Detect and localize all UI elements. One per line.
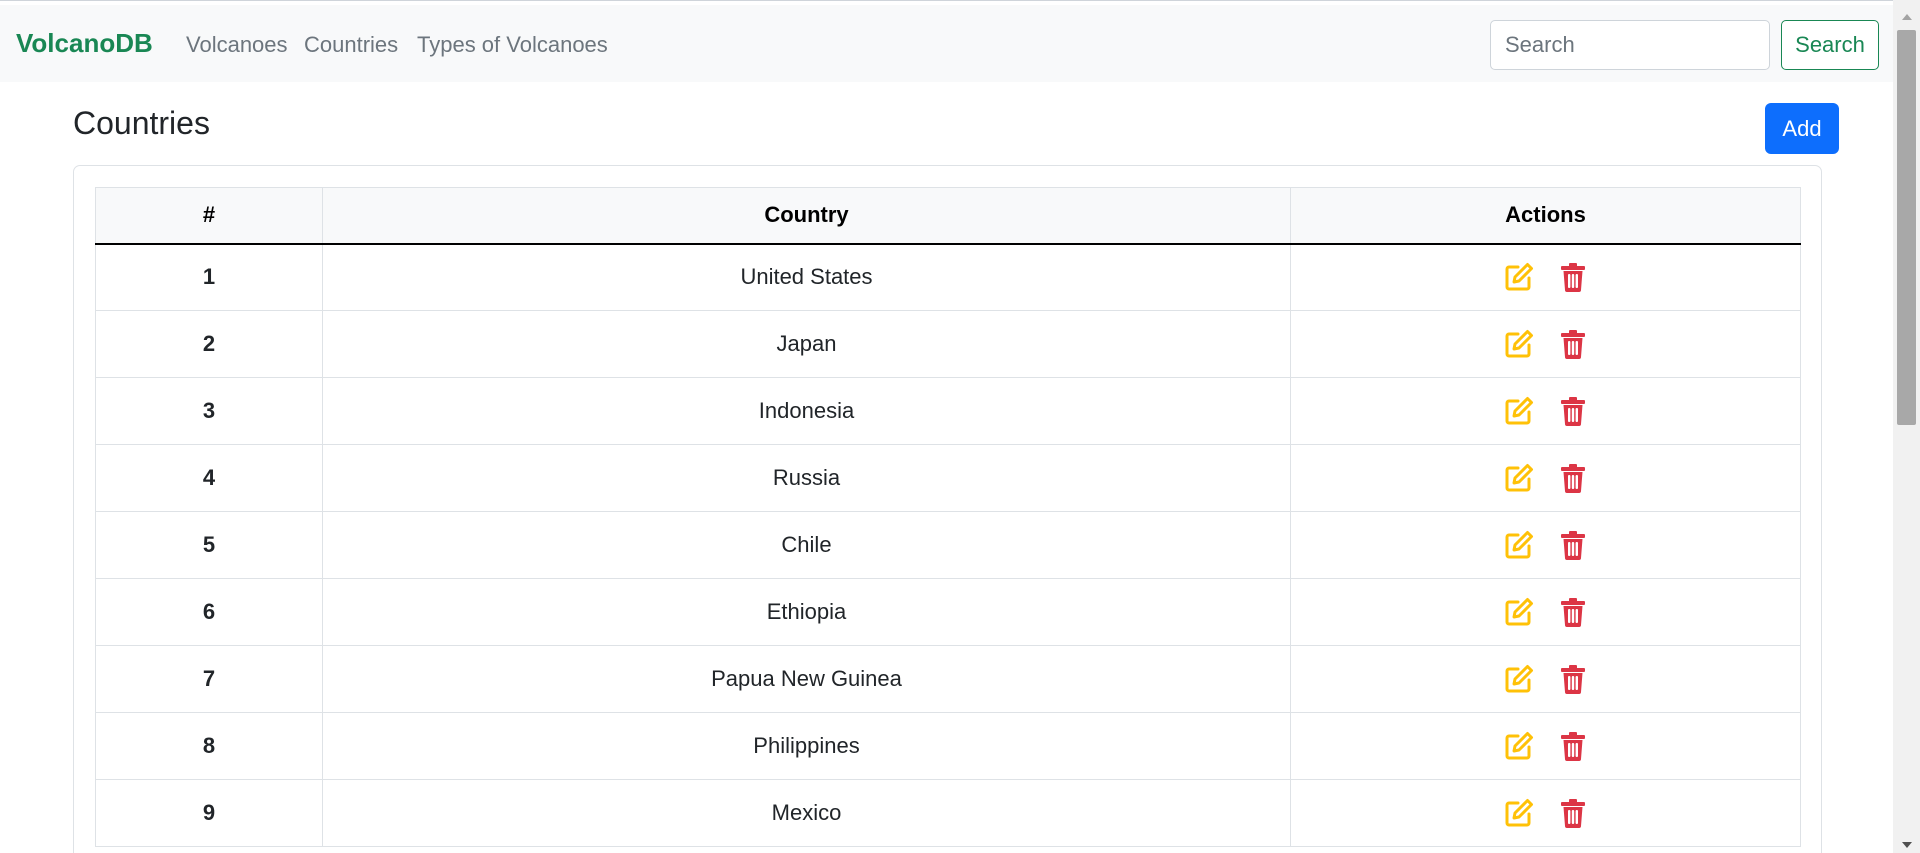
row-actions bbox=[1290, 243, 1801, 311]
country-name: Chile bbox=[322, 511, 1291, 579]
row-actions bbox=[1290, 444, 1801, 512]
edit-icon[interactable] bbox=[1503, 596, 1535, 628]
country-name: Ethiopia bbox=[322, 578, 1291, 646]
table-row: 2 Japan bbox=[95, 310, 1801, 378]
table-row: 7 Papua New Guinea bbox=[95, 645, 1801, 713]
edit-icon[interactable] bbox=[1503, 395, 1535, 427]
trash-icon[interactable] bbox=[1557, 328, 1589, 360]
trash-icon[interactable] bbox=[1557, 730, 1589, 762]
trash-icon[interactable] bbox=[1557, 261, 1589, 293]
trash-icon[interactable] bbox=[1557, 529, 1589, 561]
column-header-actions: Actions bbox=[1290, 187, 1801, 245]
nav-link-countries[interactable]: Countries bbox=[304, 32, 398, 58]
edit-icon[interactable] bbox=[1503, 529, 1535, 561]
page-scrollbar[interactable] bbox=[1893, 0, 1920, 853]
country-name: Philippines bbox=[322, 712, 1291, 780]
table-body: 1 United States 2 Japan 3 Indonesia 4 Russia 5 Ch… bbox=[95, 243, 1801, 847]
column-header-country: Country bbox=[322, 187, 1291, 245]
country-name: United States bbox=[322, 243, 1291, 311]
row-actions bbox=[1290, 645, 1801, 713]
trash-icon[interactable] bbox=[1557, 596, 1589, 628]
trash-icon[interactable] bbox=[1557, 462, 1589, 494]
trash-icon[interactable] bbox=[1557, 663, 1589, 695]
row-number: 5 bbox=[95, 511, 323, 579]
row-actions bbox=[1290, 578, 1801, 646]
edit-icon[interactable] bbox=[1503, 462, 1535, 494]
search-input[interactable] bbox=[1490, 20, 1770, 70]
edit-icon[interactable] bbox=[1503, 730, 1535, 762]
edit-icon[interactable] bbox=[1503, 663, 1535, 695]
table-header-row: # Country Actions bbox=[95, 187, 1801, 245]
table-row: 4 Russia bbox=[95, 444, 1801, 512]
trash-icon[interactable] bbox=[1557, 395, 1589, 427]
country-name: Japan bbox=[322, 310, 1291, 378]
country-name: Mexico bbox=[322, 779, 1291, 847]
page-title: Countries bbox=[73, 105, 210, 141]
table-row: 5 Chile bbox=[95, 511, 1801, 579]
row-actions bbox=[1290, 779, 1801, 847]
row-actions bbox=[1290, 511, 1801, 579]
row-number: 7 bbox=[95, 645, 323, 713]
nav-link-types-of-volcanoes[interactable]: Types of Volcanoes bbox=[417, 32, 608, 58]
country-name: Russia bbox=[322, 444, 1291, 512]
trash-icon[interactable] bbox=[1557, 797, 1589, 829]
row-actions bbox=[1290, 310, 1801, 378]
row-number: 2 bbox=[95, 310, 323, 378]
brand-logo[interactable]: VolcanoDB bbox=[16, 28, 153, 59]
add-button[interactable]: Add bbox=[1765, 103, 1839, 154]
scroll-down-arrow-icon[interactable] bbox=[1902, 842, 1912, 848]
row-number: 3 bbox=[95, 377, 323, 445]
row-number: 6 bbox=[95, 578, 323, 646]
row-actions bbox=[1290, 712, 1801, 780]
table-row: 1 United States bbox=[95, 243, 1801, 311]
search-button[interactable]: Search bbox=[1781, 20, 1879, 70]
table-row: 9 Mexico bbox=[95, 779, 1801, 847]
country-name: Indonesia bbox=[322, 377, 1291, 445]
row-actions bbox=[1290, 377, 1801, 445]
edit-icon[interactable] bbox=[1503, 797, 1535, 829]
nav-link-volcanoes[interactable]: Volcanoes bbox=[186, 32, 288, 58]
edit-icon[interactable] bbox=[1503, 328, 1535, 360]
edit-icon[interactable] bbox=[1503, 261, 1535, 293]
row-number: 1 bbox=[95, 243, 323, 311]
country-name: Papua New Guinea bbox=[322, 645, 1291, 713]
navbar: VolcanoDB Volcanoes Countries Types of V… bbox=[0, 5, 1893, 82]
table-row: 8 Philippines bbox=[95, 712, 1801, 780]
row-number: 4 bbox=[95, 444, 323, 512]
countries-table: # Country Actions 1 United States 2 Japan 3 I… bbox=[95, 187, 1801, 847]
scroll-up-arrow-icon[interactable] bbox=[1902, 14, 1912, 20]
column-header-number: # bbox=[95, 187, 323, 245]
row-number: 8 bbox=[95, 712, 323, 780]
scroll-thumb[interactable] bbox=[1897, 30, 1916, 425]
row-number: 9 bbox=[95, 779, 323, 847]
table-row: 3 Indonesia bbox=[95, 377, 1801, 445]
table-row: 6 Ethiopia bbox=[95, 578, 1801, 646]
